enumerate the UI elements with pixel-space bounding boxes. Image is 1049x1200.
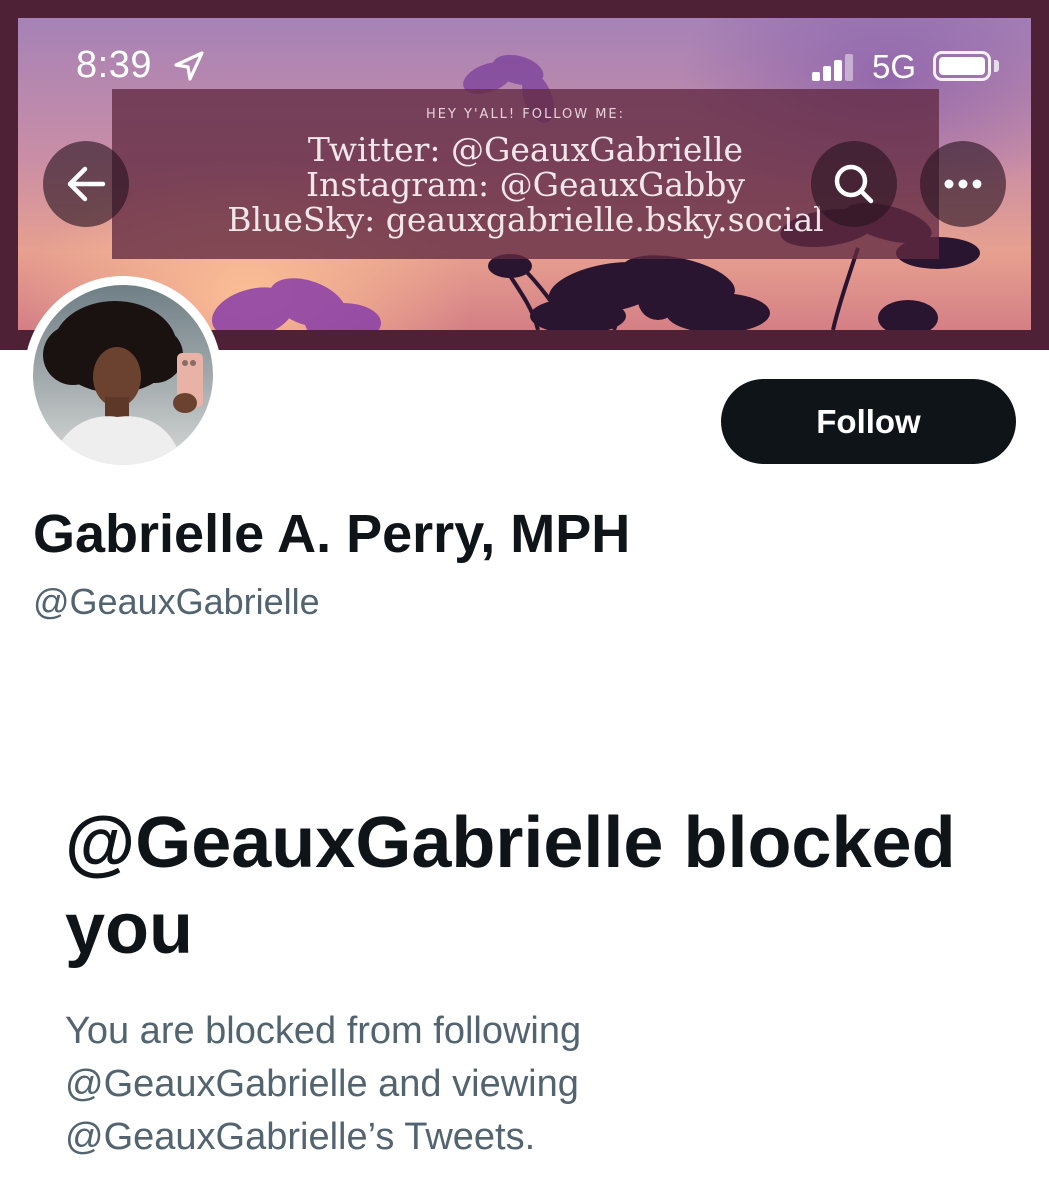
network-type: 5G — [872, 48, 917, 85]
blocked-title: @GeauxGabrielle blocked you — [65, 803, 956, 969]
profile-photo-illustration — [43, 301, 203, 465]
search-button[interactable] — [811, 141, 897, 227]
battery-tip — [994, 60, 999, 72]
profile-display-name: Gabrielle A. Perry, MPH — [33, 504, 631, 564]
battery-icon — [933, 51, 991, 81]
status-time: 8:39 — [76, 44, 152, 86]
avatar[interactable] — [24, 276, 222, 474]
back-button[interactable] — [43, 141, 129, 227]
follow-button[interactable]: Follow — [721, 379, 1016, 464]
back-arrow-icon — [67, 166, 106, 202]
blocked-description: You are blocked from following @GeauxGab… — [65, 1010, 582, 1158]
profile-screen: HEY Y'ALL! FOLLOW ME: Twitter: @GeauxGab… — [0, 0, 1049, 1200]
more-options-icon — [944, 179, 982, 189]
location-arrow-icon — [174, 51, 204, 81]
avatar-photo — [33, 285, 213, 465]
profile-handle: @GeauxGabrielle — [33, 581, 320, 622]
cellular-signal-icon — [812, 53, 856, 81]
search-icon — [834, 164, 874, 204]
promo-heading: HEY Y'ALL! FOLLOW ME: — [425, 107, 626, 122]
more-options-button[interactable] — [920, 141, 1006, 227]
